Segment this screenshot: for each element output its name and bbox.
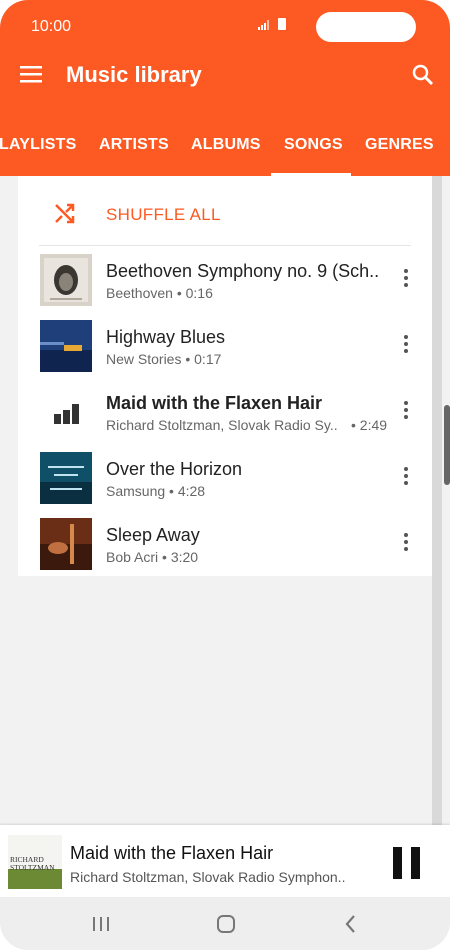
now-playing-artist: Richard Stoltzman, Slovak Radio Symphon.…: [70, 869, 346, 885]
list-item[interactable]: Over the Horizon Samsung • 4:28: [18, 444, 432, 510]
list-item[interactable]: Sleep Away Bob Acri • 3:20: [18, 510, 432, 576]
tab-bar: LAYLISTS ARTISTS ALBUMS SONGS GENRES: [0, 110, 450, 176]
signal-icon: [258, 20, 269, 30]
song-list: SHUFFLE ALL Beethoven Symphony no. 9 (Sc…: [18, 176, 432, 576]
list-item-playing[interactable]: Maid with the Flaxen Hair Richard Stoltz…: [18, 378, 432, 444]
song-title: Over the Horizon: [106, 459, 243, 479]
album-art-text: STOLTZMAN: [10, 863, 55, 872]
tab-playlists[interactable]: LAYLISTS: [0, 136, 76, 154]
album-art-sleep: [40, 518, 92, 570]
tab-artists[interactable]: ARTISTS: [99, 136, 169, 154]
status-icons: [258, 18, 286, 30]
system-navigation-bar: [0, 897, 450, 950]
scrollbar-thumb[interactable]: [444, 405, 450, 485]
shuffle-all-label: SHUFFLE ALL: [106, 205, 221, 224]
status-time: 10:00: [31, 18, 72, 35]
tab-albums[interactable]: ALBUMS: [191, 136, 261, 154]
recents-icon[interactable]: [90, 913, 112, 935]
more-options-icon[interactable]: [404, 401, 408, 419]
album-art-horizon: [40, 452, 92, 504]
album-art-beethoven: [40, 254, 92, 306]
list-item[interactable]: Beethoven Symphony no. 9 (Sch.. Beethove…: [18, 246, 432, 312]
search-icon[interactable]: [412, 64, 434, 86]
menu-icon[interactable]: [20, 65, 42, 83]
tab-genres[interactable]: GENRES: [365, 136, 434, 154]
song-title: Maid with the Flaxen Hair: [106, 393, 323, 413]
phone-screen: 10:00 Music library LAYLISTS ARTISTS ALB…: [0, 0, 450, 950]
status-bar: 10:00: [0, 0, 450, 44]
song-title: Sleep Away: [106, 525, 200, 545]
mini-player[interactable]: RICHARD STOLTZMAN Maid with the Flaxen H…: [0, 825, 450, 897]
song-subtitle: New Stories • 0:17: [106, 351, 222, 367]
more-options-icon[interactable]: [404, 467, 408, 485]
camera-cutout: [316, 12, 416, 42]
more-options-icon[interactable]: [404, 533, 408, 551]
song-subtitle: Richard Stoltzman, Slovak Radio Sy..: [106, 417, 338, 433]
playing-equalizer-icon: [40, 386, 92, 438]
pause-button[interactable]: [393, 847, 421, 879]
app-bar: Music library: [0, 44, 450, 110]
song-subtitle: Bob Acri • 3:20: [106, 549, 199, 565]
list-item[interactable]: Highway Blues New Stories • 0:17: [18, 312, 432, 378]
more-options-icon[interactable]: [404, 335, 408, 353]
now-playing-album-art: RICHARD STOLTZMAN: [8, 835, 62, 889]
album-art-highway: [40, 320, 92, 372]
shuffle-all-button[interactable]: SHUFFLE ALL: [18, 176, 432, 246]
song-title: Highway Blues: [106, 327, 226, 347]
song-subtitle: Beethoven • 0:16: [106, 285, 213, 301]
battery-icon: [278, 18, 286, 30]
song-title: Beethoven Symphony no. 9 (Sch..: [106, 261, 380, 281]
song-subtitle: Samsung • 4:28: [106, 483, 206, 499]
back-icon[interactable]: [340, 913, 362, 935]
home-icon[interactable]: [215, 913, 237, 935]
now-playing-title: Maid with the Flaxen Hair: [70, 843, 274, 863]
page-title: Music library: [66, 62, 202, 87]
scroll-track: [432, 176, 442, 826]
shuffle-icon: [55, 203, 75, 224]
tab-songs[interactable]: SONGS: [284, 136, 343, 154]
song-duration: • 2:49: [351, 417, 388, 433]
more-options-icon[interactable]: [404, 269, 408, 287]
